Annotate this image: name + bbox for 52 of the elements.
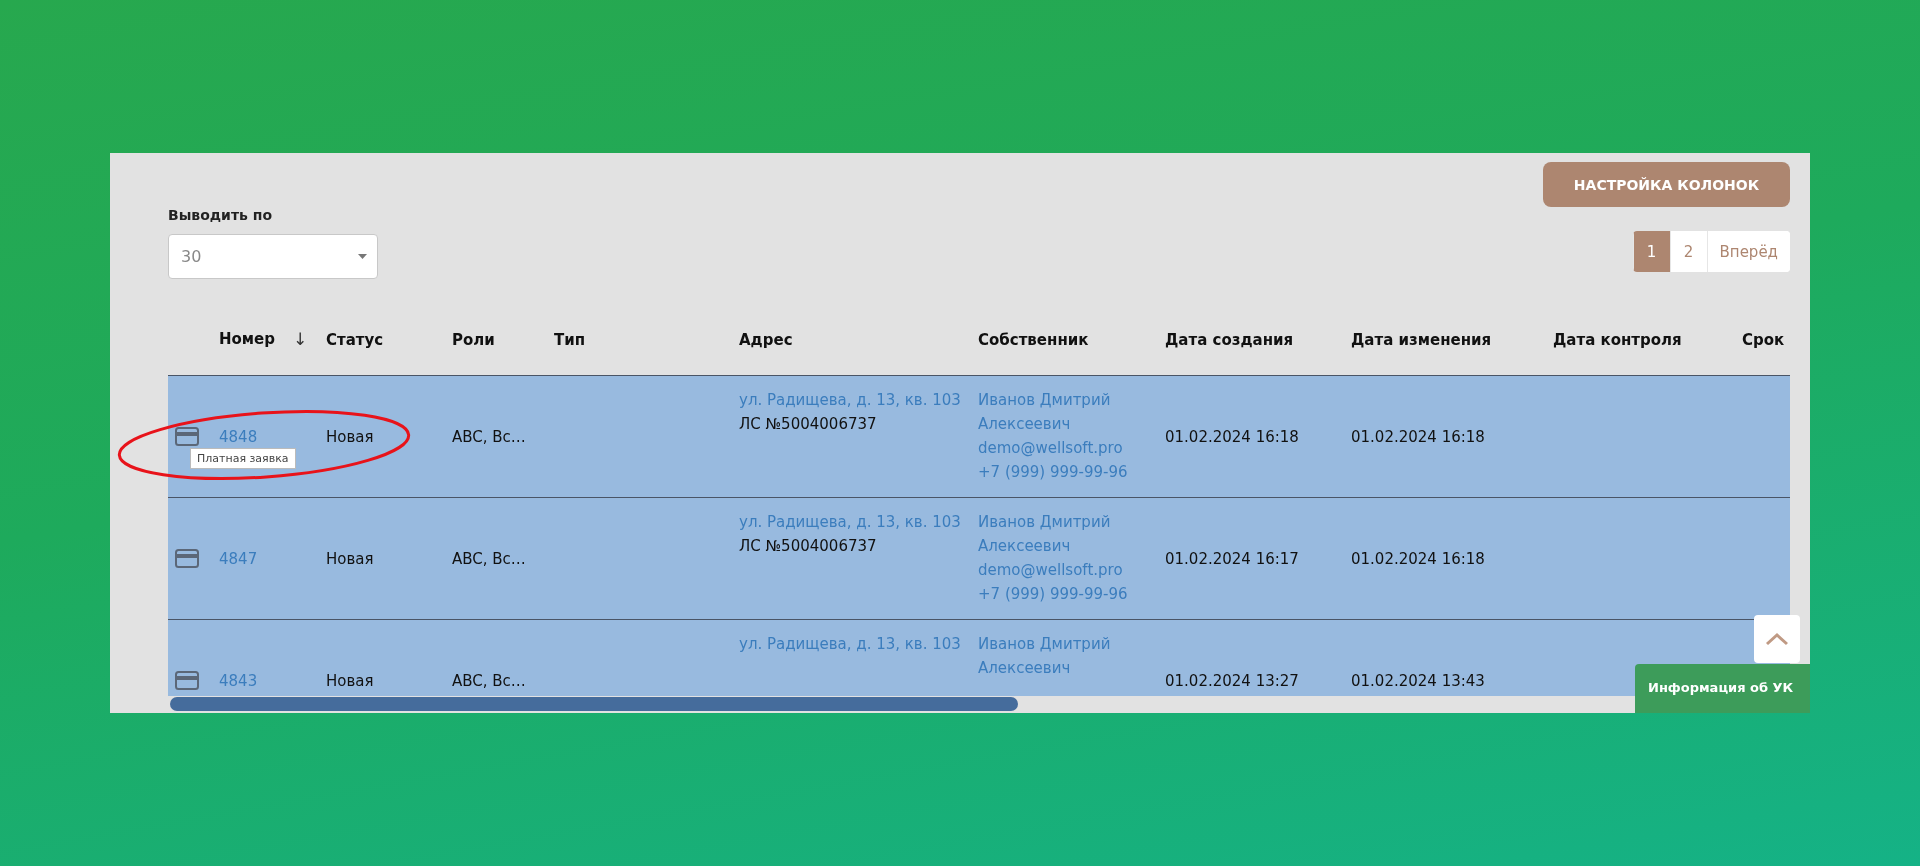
card-icon [175, 549, 199, 568]
card-icon [175, 427, 199, 446]
page-size-label: Выводить по [168, 206, 274, 225]
account-number: ЛС №5004006737 [739, 536, 878, 557]
pagination-button[interactable]: 1 [1632, 231, 1670, 272]
pagination-button[interactable]: Вперёд [1706, 231, 1790, 272]
column-header[interactable]: Дата изменения [1351, 331, 1492, 349]
column-header[interactable]: Срок [1742, 331, 1785, 349]
status-cell-text: Новая [326, 548, 375, 570]
address-link[interactable]: ул. Радищева, д. 13, кв. 103 [739, 510, 970, 534]
sort-indicator[interactable]: ↓ [293, 329, 308, 349]
column-header[interactable]: Роли [452, 331, 495, 349]
column-settings-button[interactable]: НАСТРОЙКА КОЛОНОК [1543, 162, 1790, 207]
address-link[interactable]: ул. Радищева, д. 13, кв. 103 [739, 388, 970, 412]
column-header[interactable]: Статус [326, 331, 384, 349]
owner-email-link[interactable]: demo@wellsoft.pro [978, 436, 1157, 460]
roles-cell-text: ABC, Вс… [452, 548, 527, 570]
modified-date-cell-text: 01.02.2024 16:18 [1351, 426, 1486, 448]
page-size-select[interactable]: 30 [168, 234, 378, 279]
owner-email-link[interactable]: demo@wellsoft.pro [978, 558, 1157, 582]
column-header[interactable]: Дата контроля [1553, 331, 1682, 349]
table-row[interactable]: 4848 Новая ABC, Вс… ул. Радищева, д. 13, кв. 103 ЛС №5004006737 Иванов Дмитрий Алексеевич demo@wellsoft.pro +7 (999) 999-99-96 01.02.2024 16:18 01.02.2024 16:18 Платная заявка [168, 376, 1790, 498]
column-header[interactable]: Дата создания [1165, 331, 1294, 349]
status-cell-text: Новая [326, 670, 375, 692]
owner-phone-link[interactable]: +7 (999) 999-99-96 [978, 582, 1157, 606]
card-icon [175, 671, 199, 690]
status-cell-text: Новая [326, 426, 375, 448]
column-header[interactable]: Номер [219, 330, 276, 348]
created-date-cell-text: 01.02.2024 13:27 [1165, 670, 1300, 692]
created-date-cell-text: 01.02.2024 16:17 [1165, 548, 1300, 570]
tooltip: Платная заявка [190, 448, 296, 469]
owner-name-link[interactable]: Иванов Дмитрий Алексеевич [978, 632, 1157, 680]
request-number-link[interactable]: 4848 [219, 424, 318, 449]
roles-cell-text: ABC, Вс… [452, 426, 527, 448]
info-tab[interactable]: Информация об УК [1635, 664, 1810, 713]
request-number-link[interactable]: 4847 [219, 546, 318, 571]
created-date-cell-text: 01.02.2024 16:18 [1165, 426, 1300, 448]
roles-cell-text: ABC, Вс… [452, 670, 527, 692]
horizontal-scrollbar-thumb[interactable] [170, 697, 1018, 711]
dropdown-caret-icon [358, 254, 367, 259]
request-number-link[interactable]: 4843 [219, 668, 318, 693]
column-header[interactable]: Адрес [739, 331, 793, 349]
column-header[interactable]: Тип [554, 331, 586, 349]
modified-date-cell-text: 01.02.2024 16:18 [1351, 548, 1486, 570]
account-number: ЛС №5004006737 [739, 414, 878, 435]
column-header[interactable]: Собственник [978, 331, 1089, 349]
address-link[interactable]: ул. Радищева, д. 13, кв. 103 [739, 632, 970, 656]
scroll-to-top-button[interactable] [1754, 615, 1800, 663]
chevron-up-icon [1765, 632, 1789, 646]
owner-phone-link[interactable]: +7 (999) 999-99-96 [978, 460, 1157, 484]
modified-date-cell-text: 01.02.2024 13:43 [1351, 670, 1486, 692]
table-row[interactable]: 4847 Новая ABC, Вс… ул. Радищева, д. 13, кв. 103 ЛС №5004006737 Иванов Дмитрий Алексеевич demo@wellsoft.pro +7 (999) 999-99-96 01.02.2024 16:17 01.02.2024 16:18 [168, 498, 1790, 620]
